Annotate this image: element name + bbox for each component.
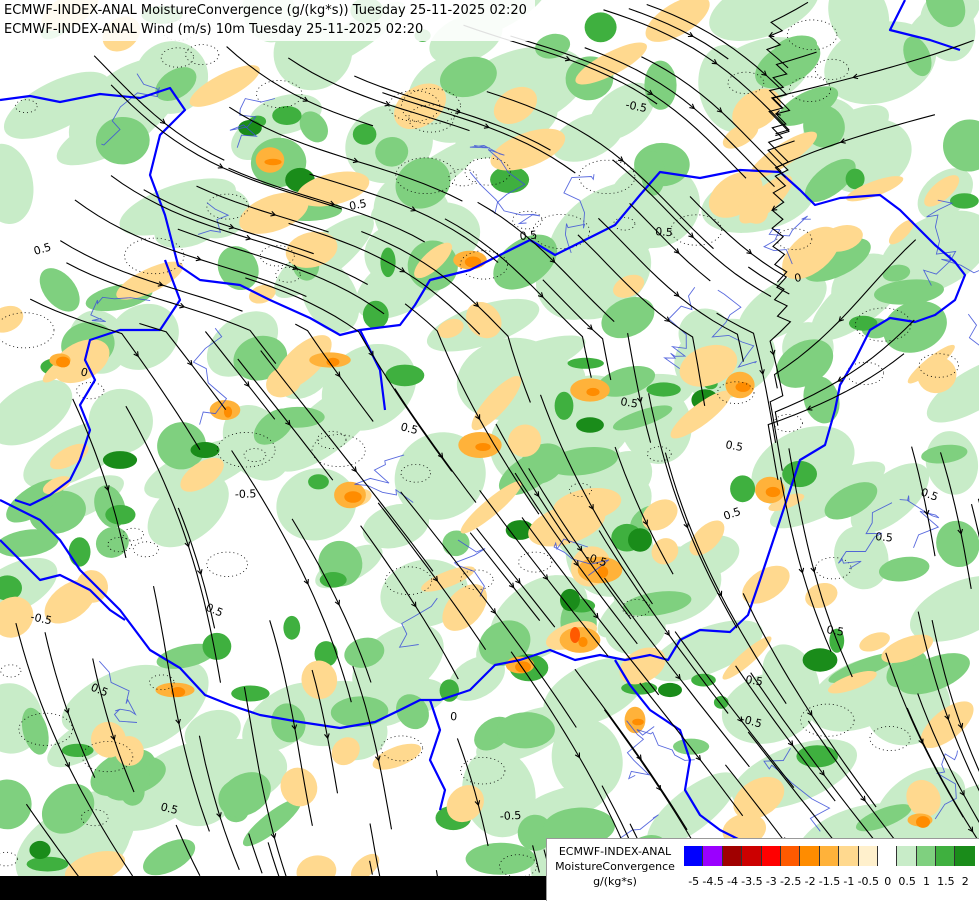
convergence-area (796, 745, 838, 767)
legend-swatch (955, 846, 974, 866)
color-legend: ECMWF-INDEX-ANAL MoistureConvergence g/(… (546, 838, 979, 901)
divergence-core (515, 661, 531, 672)
legend-swatch (897, 846, 916, 866)
legend-tick-label: -4 (727, 875, 738, 888)
convergence-area (782, 461, 817, 487)
map-area: 0.5-0.50.500.5-0.50.50.5-0.50.500.50.5-0… (0, 0, 979, 900)
convergence-area (691, 674, 716, 687)
convergence-core (29, 841, 50, 859)
legend-swatch (859, 846, 878, 866)
legend-tick-label: 1.5 (937, 875, 955, 888)
convergence-core (628, 528, 652, 552)
legend-title-variable: MoistureConvergence (551, 859, 679, 874)
divergence-core (475, 443, 490, 451)
legend-swatch (917, 846, 936, 866)
legend-title-unit: g/(kg*s) (551, 874, 679, 889)
convergence-area (283, 616, 300, 640)
convergence-area (646, 382, 680, 396)
legend-swatch (936, 846, 955, 866)
convergence-area (730, 475, 755, 502)
contour-label: 0 (450, 710, 458, 723)
legend-tick-label: -2 (805, 875, 816, 888)
divergence-core (766, 487, 781, 497)
legend-tick-label: -3 (766, 875, 777, 888)
divergence-core (264, 159, 281, 165)
legend-swatch (742, 846, 761, 866)
legend-swatch (878, 846, 897, 866)
contour-label: 0.5 (875, 530, 894, 545)
legend-swatch (781, 846, 800, 866)
contour-label: -0.5 (499, 809, 521, 823)
convergence-area (27, 857, 69, 872)
legend-tick-label: -0.5 (858, 875, 879, 888)
header-line-moisture: ECMWF-INDEX-ANAL MoistureConvergence (g/… (4, 1, 527, 20)
divergence-core (632, 719, 644, 726)
divergence-core (570, 627, 580, 643)
convergence-area (555, 392, 574, 420)
legend-tick-label: -1.5 (819, 875, 840, 888)
convergence-area (363, 301, 389, 329)
legend-tick-label: 1 (923, 875, 930, 888)
legend-swatch (839, 846, 858, 866)
legend-title: ECMWF-INDEX-ANAL MoistureConvergence g/(… (551, 844, 679, 889)
legend-color-scale (684, 846, 975, 866)
convergence-area (950, 193, 979, 208)
legend-tick-label: -4.5 (702, 875, 723, 888)
convergence-area (673, 739, 709, 755)
convergence-area (69, 537, 91, 566)
legend-tick-label: -1 (843, 875, 854, 888)
contour-label: 0.5 (519, 228, 538, 243)
convergence-area (231, 686, 269, 702)
divergence-core (916, 816, 930, 828)
divergence-core (736, 382, 751, 392)
divergence-core (56, 357, 70, 368)
convergence-area (308, 474, 329, 489)
convergence-area (105, 505, 135, 525)
convergence-area (466, 843, 536, 875)
legend-swatch (820, 846, 839, 866)
convergence-core (191, 442, 220, 458)
bottom-black-strip (0, 876, 546, 900)
moisture-convergence-map: 0.5-0.50.500.5-0.50.50.5-0.50.500.50.5-0… (0, 0, 979, 900)
convergence-core (803, 648, 838, 671)
contour-label: -0.5 (235, 487, 257, 501)
divergence-core (586, 388, 599, 396)
contour-label: 0.5 (655, 225, 673, 239)
legend-tick-label: 0.5 (898, 875, 916, 888)
legend-tick-labels: -5-4.5 -4-3.5 -3-2.5 -2-1.5-1 -0.5 0 0.5 1 1.5 2 (684, 875, 976, 891)
legend-swatch (684, 846, 703, 866)
convergence-area (272, 106, 301, 125)
convergence-area (568, 358, 604, 369)
legend-swatch (723, 846, 742, 866)
map-header: ECMWF-INDEX-ANAL MoistureConvergence (g/… (0, 0, 535, 41)
convergence-core (103, 451, 137, 469)
contour-label: 0.5 (620, 395, 639, 410)
header-line-wind: ECMWF-INDEX-ANAL Wind (m/s) 10m Tuesday … (4, 20, 527, 39)
convergence-area (385, 365, 424, 387)
divergence-core (327, 358, 340, 367)
convergence-core (658, 683, 682, 697)
legend-tick-label: -3.5 (741, 875, 762, 888)
legend-swatch (703, 846, 722, 866)
legend-tick-label: -2.5 (780, 875, 801, 888)
convergence-area (62, 744, 94, 757)
convergence-area (585, 12, 617, 42)
legend-tick-label: -5 (688, 875, 699, 888)
convergence-area (353, 124, 377, 145)
legend-tick-label: 2 (962, 875, 969, 888)
contour-label: 0.5 (745, 673, 764, 688)
legend-swatch (762, 846, 781, 866)
legend-tick-label: 0 (884, 875, 891, 888)
legend-swatch (800, 846, 819, 866)
legend-title-model: ECMWF-INDEX-ANAL (551, 844, 679, 859)
convergence-area (203, 633, 232, 660)
divergence-core (344, 491, 361, 503)
divergence-core (578, 637, 587, 647)
convergence-core (576, 417, 604, 432)
